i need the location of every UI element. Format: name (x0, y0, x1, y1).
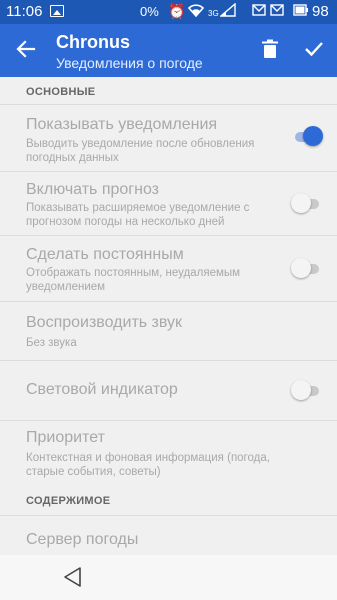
pref-title: Приоритет (26, 429, 105, 446)
pref-make-persistent[interactable]: Сделать постоянным Отображать постоянным… (0, 235, 337, 301)
pref-light-indicator[interactable]: Световой индикатор (0, 360, 337, 420)
app-title: Chronus (56, 32, 130, 52)
pref-play-sound[interactable]: Воспроизводить звук Без звука (0, 301, 337, 360)
section-header-content: СОДЕРЖИМОЕ (26, 495, 111, 507)
app-bar: Chronus Уведомления о погоде (0, 24, 337, 77)
pref-title: Показывать уведомления (26, 116, 218, 133)
battery-level: 98 (312, 3, 329, 20)
pref-title: Сделать постоянным (26, 246, 184, 263)
pref-title: Сервер погоды (26, 531, 139, 548)
nav-back-icon[interactable] (62, 565, 84, 589)
app-subtitle: Уведомления о погоде (56, 55, 203, 71)
pref-title: Световой индикатор (26, 381, 178, 398)
check-icon[interactable] (302, 37, 326, 61)
battery-icon (293, 3, 309, 20)
navigation-bar (0, 555, 337, 600)
pref-summary: Отображать постоянным, неудаляемым уведо… (26, 267, 241, 293)
signal-icon (219, 2, 236, 20)
pref-summary: Выводить уведомление после обновления по… (26, 138, 255, 164)
toggle-switch[interactable] (291, 258, 321, 280)
pref-show-notifications[interactable]: Показывать уведомления Выводить уведомле… (0, 104, 337, 171)
pref-summary: Контекстная и фоновая информация (погода… (26, 452, 270, 478)
status-time: 11:06 (6, 3, 43, 20)
image-icon (50, 5, 64, 17)
battery-percent-text: 0% (140, 4, 159, 19)
back-arrow-icon[interactable] (14, 37, 38, 61)
pref-title: Включать прогноз (26, 181, 160, 198)
signal-type-text: 3G (208, 9, 219, 18)
pref-summary: Без звука (26, 337, 77, 349)
pref-include-forecast[interactable]: Включать прогноз Показывать расширяемое … (0, 171, 337, 235)
delete-icon[interactable] (258, 37, 282, 61)
status-bar: 11:06 0% ⏰ 3G 98 (0, 0, 337, 24)
toggle-switch[interactable] (291, 126, 323, 148)
settings-list[interactable]: ОСНОВНЫЕ Показывать уведомления Выводить… (0, 77, 337, 555)
mail-icon (270, 3, 284, 20)
toggle-switch[interactable] (291, 193, 321, 215)
mail-icon (252, 3, 266, 20)
pref-priority[interactable]: Приоритет Контекстная и фоновая информац… (0, 420, 337, 490)
alarm-icon: ⏰ (168, 3, 186, 19)
pref-summary: Показывать расширяемое уведомление с про… (26, 202, 250, 228)
toggle-switch[interactable] (291, 380, 321, 402)
pref-weather-server[interactable]: Сервер погоды (0, 515, 337, 555)
wifi-icon (187, 3, 205, 20)
pref-title: Воспроизводить звук (26, 314, 183, 331)
section-header-main: ОСНОВНЫЕ (26, 86, 96, 98)
